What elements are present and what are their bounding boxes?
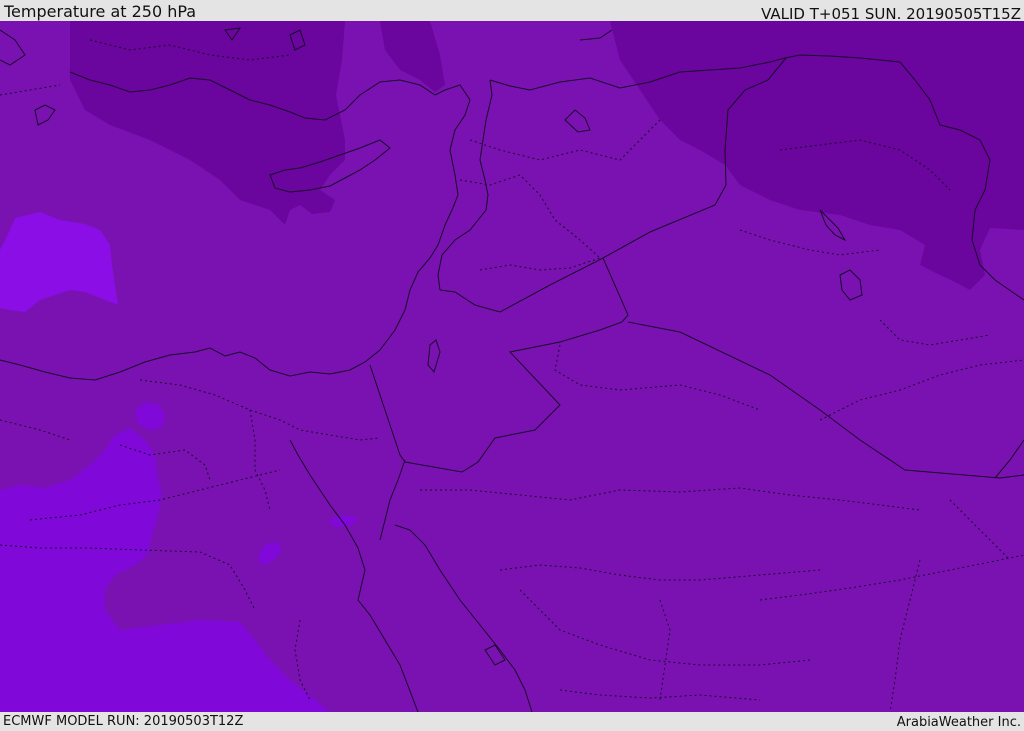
footer-bar: ECMWF MODEL RUN: 20190503T12Z ArabiaWeat… (0, 712, 1024, 730)
map-title: Temperature at 250 hPa (4, 2, 197, 21)
header-bar: Temperature at 250 hPa VALID T+051 SUN. … (0, 0, 1024, 23)
model-run: ECMWF MODEL RUN: 20190503T12Z (3, 714, 244, 729)
temperature-field (0, 21, 1024, 712)
weather-map[interactable] (0, 21, 1024, 712)
credit: ArabiaWeather Inc. (896, 715, 1021, 730)
